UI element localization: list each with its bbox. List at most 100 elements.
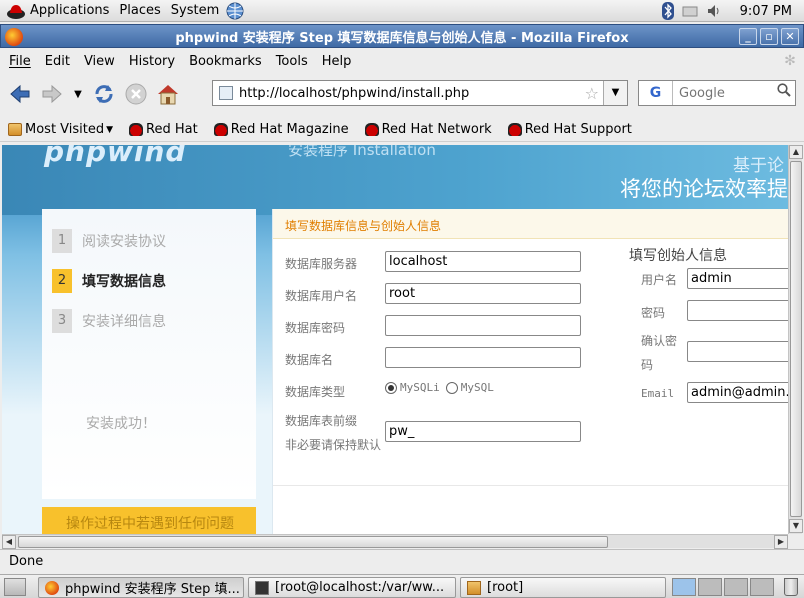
db-user-input[interactable] <box>385 283 581 304</box>
search-input[interactable] <box>679 85 779 101</box>
db-password-input[interactable] <box>385 315 581 336</box>
window-title: phpwind 安装程序 Step 填写数据库信息与创始人信息 - Mozill… <box>175 30 629 46</box>
search-magnifier-icon[interactable] <box>777 83 791 101</box>
db-type-mysql-label: MySQL <box>460 381 494 394</box>
back-icon[interactable] <box>6 80 34 108</box>
redhat-bookmark-icon <box>129 123 144 136</box>
bluetooth-icon[interactable] <box>661 2 674 20</box>
workspace-3[interactable] <box>724 578 748 596</box>
url-history-dropdown-icon[interactable]: ▼ <box>603 81 627 105</box>
panel-menu-system[interactable]: System <box>171 3 219 18</box>
task-terminal[interactable]: [root@localhost:/var/ww... <box>248 577 456 598</box>
admin-confirm-label: 确认密 <box>641 334 678 348</box>
panel-header: 填写数据库信息与创始人信息 <box>273 209 788 239</box>
bottom-taskbar: phpwind 安装程序 Step 填... [root@localhost:/… <box>0 574 804 598</box>
workspace-4[interactable] <box>750 578 774 596</box>
horizontal-scrollbar[interactable]: ◀ ▶ <box>2 534 788 549</box>
stop-icon[interactable] <box>122 80 150 108</box>
chevron-down-icon: ▼ <box>106 124 114 135</box>
workspace-1[interactable] <box>672 578 696 596</box>
db-name-label: 数据库名 <box>285 353 334 367</box>
reload-icon[interactable] <box>90 80 118 108</box>
horizontal-scroll-thumb[interactable] <box>18 536 608 548</box>
home-icon[interactable] <box>154 80 182 108</box>
url-input[interactable] <box>239 85 579 101</box>
db-type-label: 数据库类型 <box>285 385 346 399</box>
db-prefix-note: 非必要请保持默认 <box>285 438 382 452</box>
bookmark-label: Red Hat Magazine <box>230 122 349 137</box>
search-bar[interactable]: G <box>638 80 796 106</box>
scroll-down-icon[interactable]: ▼ <box>789 519 803 533</box>
task-firefox[interactable]: phpwind 安装程序 Step 填... <box>38 577 244 598</box>
panel-divider <box>273 485 788 486</box>
site-favicon-icon <box>219 86 233 100</box>
admin-user-input[interactable] <box>687 268 788 289</box>
menu-edit[interactable]: Edit <box>45 54 70 69</box>
db-type-radio-group: MySQLi MySQL <box>385 381 494 394</box>
bookmark-star-icon[interactable]: ☆ <box>585 84 599 103</box>
window-title-bar[interactable]: phpwind 安装程序 Step 填写数据库信息与创始人信息 - Mozill… <box>0 24 804 48</box>
menu-bookmarks[interactable]: Bookmarks <box>189 54 262 69</box>
forward-icon[interactable] <box>38 80 66 108</box>
panel-menu-places[interactable]: Places <box>119 3 160 18</box>
bookmark-label: Red Hat Network <box>381 122 492 137</box>
speaker-icon[interactable] <box>706 3 722 19</box>
workspace-2[interactable] <box>698 578 722 596</box>
bookmarks-toolbar: Most Visited ▼ Red Hat Red Hat Magazine … <box>0 118 804 142</box>
bookmark-red-hat[interactable]: Red Hat <box>129 122 198 137</box>
menu-view[interactable]: View <box>84 54 115 69</box>
scroll-left-icon[interactable]: ◀ <box>2 535 16 549</box>
firefox-icon[interactable] <box>5 28 23 46</box>
step-number: 2 <box>52 269 72 293</box>
volume-icon[interactable] <box>682 4 698 18</box>
network-globe-icon[interactable] <box>225 2 245 20</box>
admin-password-input[interactable] <box>687 300 788 321</box>
throbber-icon: ✻ <box>784 53 796 69</box>
install-form-panel: 填写数据库信息与创始人信息 数据库服务器 数据库用户名 数据库密码 数据库名 数… <box>272 209 788 534</box>
scroll-up-icon[interactable]: ▲ <box>789 145 803 159</box>
bookmark-red-hat-network[interactable]: Red Hat Network <box>364 122 492 137</box>
minimize-button[interactable]: _ <box>739 28 757 45</box>
scroll-right-icon[interactable]: ▶ <box>774 535 788 549</box>
admin-section-title: 填写创始人信息 <box>629 248 727 264</box>
redhat-bookmark-icon <box>213 123 228 136</box>
db-prefix-label: 数据库表前缀 <box>285 414 358 428</box>
menu-tools[interactable]: Tools <box>276 54 308 69</box>
page-viewport: phpwind 安装程序 Installation 基于论 将您的论坛效率提 1… <box>2 145 788 534</box>
db-name-input[interactable] <box>385 347 581 368</box>
history-dropdown-icon[interactable]: ▼ <box>70 80 86 108</box>
firefox-icon <box>45 580 59 595</box>
redhat-bookmark-icon <box>364 123 379 136</box>
menu-help[interactable]: Help <box>322 54 352 69</box>
panel-menu-applications[interactable]: Applications <box>30 3 109 18</box>
maximize-button[interactable]: ▫ <box>760 28 778 45</box>
panel-tray: 9:07 PM <box>661 0 796 22</box>
url-bar[interactable]: ☆ ▼ <box>212 80 628 106</box>
admin-confirm-label-cont: 码 <box>641 358 654 372</box>
db-type-mysqli-radio[interactable] <box>385 381 397 394</box>
trash-icon[interactable] <box>784 578 798 596</box>
menu-history[interactable]: History <box>129 54 175 69</box>
db-type-mysql-radio[interactable] <box>445 381 458 394</box>
db-prefix-input[interactable] <box>385 421 581 442</box>
task-label: [root@localhost:/var/ww... <box>275 580 445 595</box>
panel-clock[interactable]: 9:07 PM <box>740 4 792 19</box>
admin-confirm-input[interactable] <box>687 341 788 362</box>
task-file-browser[interactable]: [root] <box>460 577 666 598</box>
menu-file[interactable]: File <box>9 54 31 69</box>
show-desktop-icon[interactable] <box>4 578 26 596</box>
banner-slogan: 将您的论坛效率提 <box>620 177 788 201</box>
step-label: 阅读安装协议 <box>82 234 166 250</box>
vertical-scroll-thumb[interactable] <box>790 161 802 517</box>
bookmark-red-hat-support[interactable]: Red Hat Support <box>507 122 632 137</box>
db-server-input[interactable] <box>385 251 581 272</box>
step-2: 2 填写数据信息 <box>52 269 166 293</box>
bookmark-red-hat-magazine[interactable]: Red Hat Magazine <box>213 122 349 137</box>
navigation-toolbar: ▼ ☆ ▼ G <box>0 74 804 114</box>
redhat-logo-icon[interactable] <box>6 2 26 20</box>
search-engine-icon[interactable]: G <box>639 81 673 105</box>
admin-email-input[interactable] <box>687 382 788 403</box>
bookmark-most-visited[interactable]: Most Visited ▼ <box>8 122 113 137</box>
vertical-scrollbar[interactable]: ▲ ▼ <box>788 145 803 534</box>
close-button[interactable]: ✕ <box>781 28 799 45</box>
